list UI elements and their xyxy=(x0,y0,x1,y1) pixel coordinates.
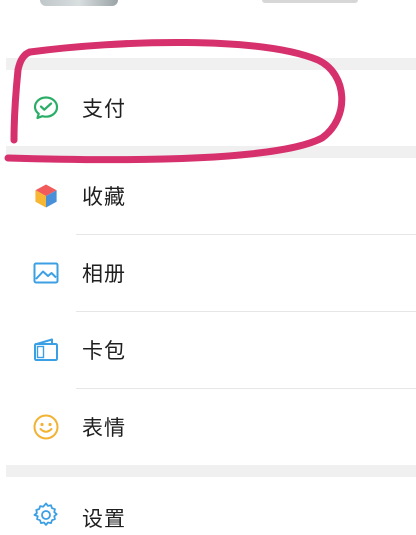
profile-text-edge xyxy=(262,0,358,3)
profile-header-partial[interactable] xyxy=(0,0,416,58)
menu-item-favorites[interactable]: 收藏 xyxy=(6,158,416,234)
section-gap xyxy=(6,465,416,477)
settings-gear-icon xyxy=(30,499,62,531)
menu-item-label: 卡包 xyxy=(82,339,126,363)
menu-item-label: 相册 xyxy=(82,262,126,286)
album-icon xyxy=(30,257,62,289)
section-gap xyxy=(6,146,416,158)
menu-item-stickers[interactable]: 表情 xyxy=(6,389,416,465)
menu-item-label: 支付 xyxy=(82,97,126,121)
wechat-pay-icon xyxy=(30,92,62,124)
menu-item-label: 设置 xyxy=(82,507,126,531)
sticker-smile-icon xyxy=(30,411,62,443)
menu-item-pay[interactable]: 支付 xyxy=(6,70,416,146)
card-wallet-icon xyxy=(30,334,62,366)
menu-item-card-wallet[interactable]: 卡包 xyxy=(6,312,416,388)
menu-item-settings[interactable]: 设置 xyxy=(6,477,416,535)
section-gap xyxy=(6,58,416,70)
menu-item-label: 表情 xyxy=(82,416,126,440)
menu-item-album[interactable]: 相册 xyxy=(6,235,416,311)
avatar[interactable] xyxy=(40,0,118,6)
menu-item-label: 收藏 xyxy=(82,185,126,209)
favorites-cube-icon xyxy=(30,180,62,212)
